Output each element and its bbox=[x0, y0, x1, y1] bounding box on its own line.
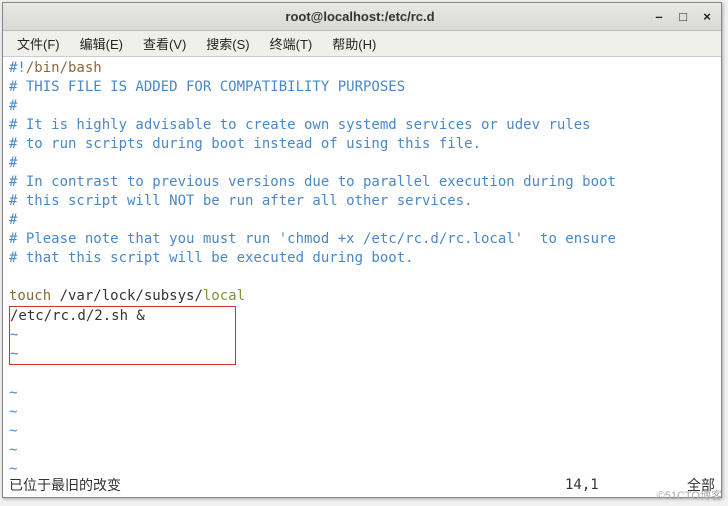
minimize-button[interactable]: – bbox=[651, 9, 667, 25]
terminal-window: root@localhost:/etc/rc.d – □ × 文件(F) 编辑(… bbox=[2, 2, 722, 498]
titlebar: root@localhost:/etc/rc.d – □ × bbox=[3, 3, 721, 31]
comment-line: # to run scripts during boot instead of … bbox=[9, 136, 481, 152]
comment-line: # It is highly advisable to create own s… bbox=[9, 117, 591, 133]
comment-line: # THIS FILE IS ADDED FOR COMPATIBILITY P… bbox=[9, 79, 405, 95]
menu-file[interactable]: 文件(F) bbox=[7, 32, 70, 55]
vim-tilde: ~ bbox=[9, 423, 17, 439]
close-button[interactable]: × bbox=[699, 9, 715, 25]
shebang-hash: #! bbox=[9, 60, 26, 76]
menu-view[interactable]: 查看(V) bbox=[133, 32, 196, 55]
comment-line: # In contrast to previous versions due t… bbox=[9, 174, 616, 190]
comment-line: # bbox=[9, 98, 17, 114]
menu-search[interactable]: 搜索(S) bbox=[196, 32, 259, 55]
touch-cmd: touch bbox=[9, 288, 60, 304]
touch-path-dir: /var/lock/subsys/ bbox=[60, 288, 203, 304]
menu-help[interactable]: 帮助(H) bbox=[322, 32, 386, 55]
comment-line: # bbox=[9, 212, 17, 228]
touch-path-file: local bbox=[203, 288, 245, 304]
terminal-viewport[interactable]: #!/bin/bash # THIS FILE IS ADDED FOR COM… bbox=[3, 57, 721, 475]
window-controls: – □ × bbox=[651, 9, 715, 25]
window-title: root@localhost:/etc/rc.d bbox=[69, 9, 651, 24]
vim-tilde: ~ bbox=[10, 327, 18, 343]
user-line: /etc/rc.d/2.sh & bbox=[10, 308, 145, 324]
vim-tilde: ~ bbox=[9, 385, 17, 401]
vim-tilde: ~ bbox=[9, 461, 17, 475]
comment-line: # Please note that you must run 'chmod +… bbox=[9, 231, 616, 247]
menubar: 文件(F) 编辑(E) 查看(V) 搜索(S) 终端(T) 帮助(H) bbox=[3, 31, 721, 57]
comment-line: # that this script will be executed duri… bbox=[9, 250, 414, 266]
vim-tilde: ~ bbox=[9, 442, 17, 458]
maximize-button[interactable]: □ bbox=[675, 9, 691, 25]
watermark: ©51CTO博客 bbox=[657, 487, 722, 503]
vim-statusbar: 已位于最旧的改变 14,1 全部 bbox=[3, 475, 721, 497]
comment-line: # bbox=[9, 155, 17, 171]
vim-tilde: ~ bbox=[9, 404, 17, 420]
status-position: 14,1 bbox=[565, 477, 655, 493]
shebang-path: /bin/bash bbox=[26, 60, 102, 76]
menu-edit[interactable]: 编辑(E) bbox=[70, 32, 133, 55]
vim-tilde: ~ bbox=[10, 346, 18, 362]
menu-terminal[interactable]: 终端(T) bbox=[260, 32, 323, 55]
status-message: 已位于最旧的改变 bbox=[9, 475, 565, 495]
highlight-box: /etc/rc.d/2.sh & ~ ~ bbox=[9, 306, 236, 365]
comment-line: # this script will NOT be run after all … bbox=[9, 193, 473, 209]
